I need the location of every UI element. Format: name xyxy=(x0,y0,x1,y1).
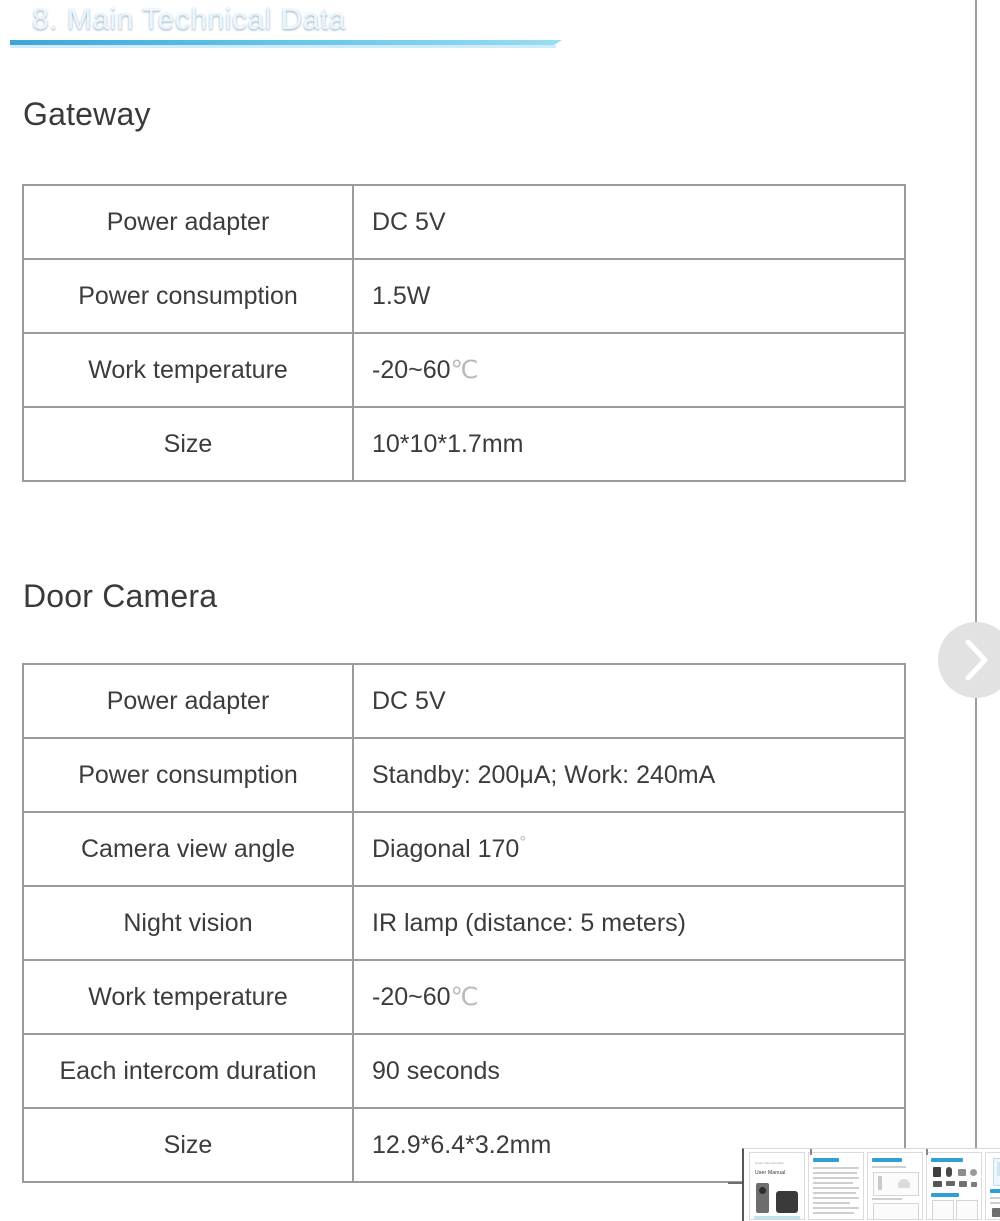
thumbnail-heading-bar xyxy=(931,1158,963,1162)
spec-label: Work temperature xyxy=(22,959,354,1035)
table-row: Size 10*10*1.7mm xyxy=(22,406,906,482)
spec-label: Work temperature xyxy=(22,332,354,408)
spec-label: Each intercom duration xyxy=(22,1033,354,1109)
chevron-right-icon xyxy=(961,637,991,683)
spec-value: 90 seconds xyxy=(352,1033,906,1109)
document-page: 8. Main Technical Data Gateway Power ada… xyxy=(0,0,976,1221)
thumbnail-filmstrip[interactable]: Smart Video Doorbell User Manual xyxy=(742,1148,1000,1221)
thumbnail-item[interactable]: Smart Video Doorbell User Manual xyxy=(749,1152,805,1220)
thumbnail-heading-bar xyxy=(813,1158,839,1162)
degree-celsius-glyph: ℃ xyxy=(450,356,479,384)
spec-value: DC 5V xyxy=(352,184,906,260)
spec-value: Standby: 200μA; Work: 240mA xyxy=(352,737,906,813)
section-heading-door-camera: Door Camera xyxy=(23,578,218,614)
degree-glyph: ° xyxy=(519,832,527,852)
spec-value: Diagonal 170° xyxy=(352,811,906,887)
section-banner: 8. Main Technical Data xyxy=(8,0,576,52)
thumbnail-item[interactable] xyxy=(867,1152,923,1220)
spec-value: DC 5V xyxy=(352,663,906,739)
spec-label: Power consumption xyxy=(22,737,354,813)
thumbnail-footer-bar xyxy=(754,1216,800,1219)
spec-label: Power adapter xyxy=(22,663,354,739)
thumbnail-cover-subtitle: Smart Video Doorbell xyxy=(755,1161,784,1165)
page-right-gutter xyxy=(977,0,1000,1221)
table-row: Night vision IR lamp (distance: 5 meters… xyxy=(22,885,906,961)
thumbnail-item[interactable] xyxy=(808,1152,864,1220)
spec-value: IR lamp (distance: 5 meters) xyxy=(352,885,906,961)
banner-chevron-notch xyxy=(518,0,576,40)
thumbnail-heading-bar xyxy=(872,1158,902,1162)
page-title: 8. Main Technical Data xyxy=(32,3,346,36)
thumbnail-item[interactable] xyxy=(926,1152,982,1220)
spec-label: Size xyxy=(22,1107,354,1183)
table-row: Each intercom duration 90 seconds xyxy=(22,1033,906,1109)
camera-lens-illustration xyxy=(759,1187,766,1194)
spec-value: 1.5W xyxy=(352,258,906,334)
thumbnail-cover-title: User Manual xyxy=(755,1170,786,1176)
banner-underline-secondary xyxy=(10,45,556,48)
section-heading-gateway: Gateway xyxy=(23,96,151,132)
spec-label: Power adapter xyxy=(22,184,354,260)
gateway-illustration xyxy=(776,1191,798,1213)
table-row: Camera view angle Diagonal 170° xyxy=(22,811,906,887)
table-row: Power adapter DC 5V xyxy=(22,663,906,739)
door-camera-spec-table: Power adapter DC 5V Power consumption St… xyxy=(22,663,906,1183)
spec-value: -20~60℃ xyxy=(352,332,906,408)
degree-celsius-glyph: ℃ xyxy=(450,983,479,1011)
spec-label: Camera view angle xyxy=(22,811,354,887)
spec-value: -20~60℃ xyxy=(352,959,906,1035)
spec-label: Power consumption xyxy=(22,258,354,334)
table-row: Work temperature -20~60℃ xyxy=(22,959,906,1035)
spec-value: 10*10*1.7mm xyxy=(352,406,906,482)
table-row: Power adapter DC 5V xyxy=(22,184,906,260)
thumbnail-item[interactable] xyxy=(985,1152,1000,1220)
gateway-spec-table: Power adapter DC 5V Power consumption 1.… xyxy=(22,184,906,482)
table-row: Power consumption 1.5W xyxy=(22,258,906,334)
table-row: Work temperature -20~60℃ xyxy=(22,332,906,408)
table-row: Power consumption Standby: 200μA; Work: … xyxy=(22,737,906,813)
spec-label: Night vision xyxy=(22,885,354,961)
spec-label: Size xyxy=(22,406,354,482)
